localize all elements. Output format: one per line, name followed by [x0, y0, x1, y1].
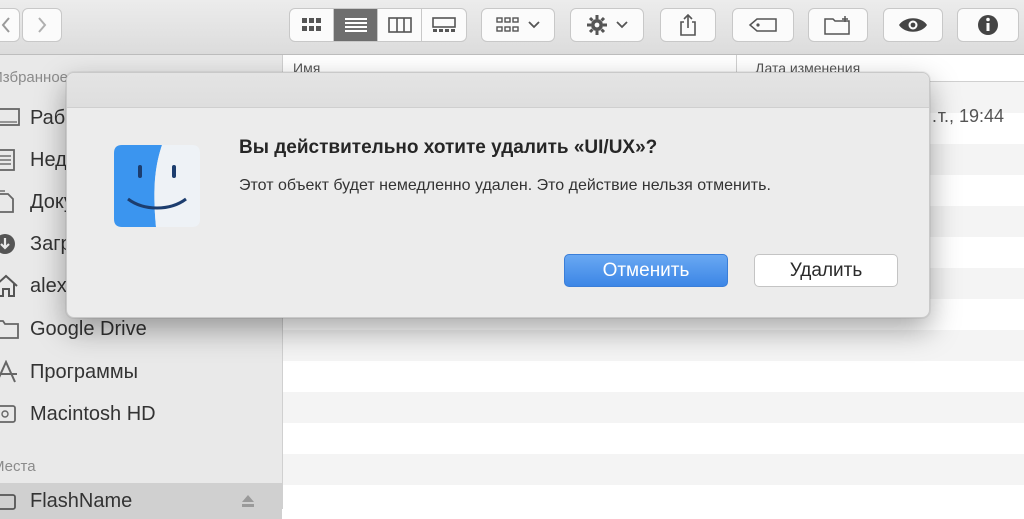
view-icons-button[interactable]: [290, 9, 334, 41]
list-icon: [344, 18, 367, 32]
view-columns-button[interactable]: [378, 9, 422, 41]
group-grid-icon: [496, 17, 519, 32]
sidebar-item-label: Macintosh HD: [30, 402, 156, 425]
downloads-icon: [0, 232, 24, 256]
list-row[interactable]: [283, 361, 1024, 392]
group-by-button[interactable]: [481, 8, 555, 42]
tags-button[interactable]: [732, 8, 794, 42]
sidebar-item-label: Программы: [30, 360, 139, 383]
list-row[interactable]: [283, 330, 1024, 361]
applications-icon: [0, 360, 24, 384]
view-mode-segmented: [289, 8, 467, 42]
disk-icon: [0, 402, 24, 426]
view-gallery-button[interactable]: [422, 9, 466, 41]
list-row[interactable]: [283, 392, 1024, 423]
dialog-message: Этот объект будет немедленно удален. Это…: [239, 177, 771, 194]
folder-icon: [0, 318, 24, 340]
gear-icon: [587, 15, 607, 35]
new-folder-button[interactable]: [808, 8, 868, 42]
action-button[interactable]: [570, 8, 644, 42]
share-button[interactable]: [660, 8, 716, 42]
sidebar-item-label: alex: [30, 274, 67, 297]
delete-confirm-dialog: Вы действительно хотите удалить «UI/UX»?…: [66, 72, 930, 318]
list-row[interactable]: [283, 423, 1024, 454]
sidebar-item-label: FlashName: [30, 489, 133, 512]
row-date: …т., 19:44: [919, 106, 1004, 126]
columns-icon: [387, 17, 412, 33]
new-folder-icon: [824, 16, 850, 35]
view-list-button[interactable]: [334, 9, 378, 41]
forward-button[interactable]: [22, 8, 62, 42]
sidebar-item-macintosh-hd[interactable]: Macintosh HD: [0, 396, 156, 432]
share-icon: [680, 13, 696, 36]
tag-icon: [748, 18, 777, 32]
sidebar-item-label: Google Drive: [30, 317, 147, 340]
back-button[interactable]: [0, 8, 20, 42]
list-row[interactable]: [283, 485, 1024, 516]
finder-icon: [114, 145, 200, 227]
dialog-header-strip: [67, 73, 929, 108]
gallery-icon: [432, 17, 456, 32]
finder-toolbar: [0, 0, 1024, 55]
recents-icon: [0, 148, 24, 172]
chevron-down-icon: [616, 21, 628, 29]
chevron-left-icon: [1, 17, 10, 33]
chevron-right-icon: [38, 17, 47, 33]
favorites-heading: Избранное: [0, 69, 69, 86]
sidebar-item-flashname[interactable]: FlashName: [0, 483, 282, 519]
desktop-icon: [0, 107, 24, 129]
sidebar-item-applications[interactable]: Программы: [0, 354, 138, 390]
grid-icon: [301, 18, 321, 31]
quick-look-button[interactable]: [883, 8, 943, 42]
eye-icon: [899, 18, 927, 32]
places-heading: Места: [0, 458, 36, 475]
documents-icon: [0, 190, 24, 214]
info-button[interactable]: [957, 8, 1019, 42]
eject-icon[interactable]: [240, 493, 256, 509]
list-row[interactable]: [283, 454, 1024, 485]
info-icon: [978, 15, 998, 35]
home-icon: [0, 274, 24, 298]
sidebar-item-home[interactable]: alex: [0, 268, 67, 304]
drive-icon: [0, 489, 24, 513]
cancel-button[interactable]: Отменить: [564, 254, 728, 287]
dialog-title: Вы действительно хотите удалить «UI/UX»?: [239, 137, 658, 158]
delete-button[interactable]: Удалить: [754, 254, 898, 287]
chevron-down-icon: [528, 21, 540, 29]
